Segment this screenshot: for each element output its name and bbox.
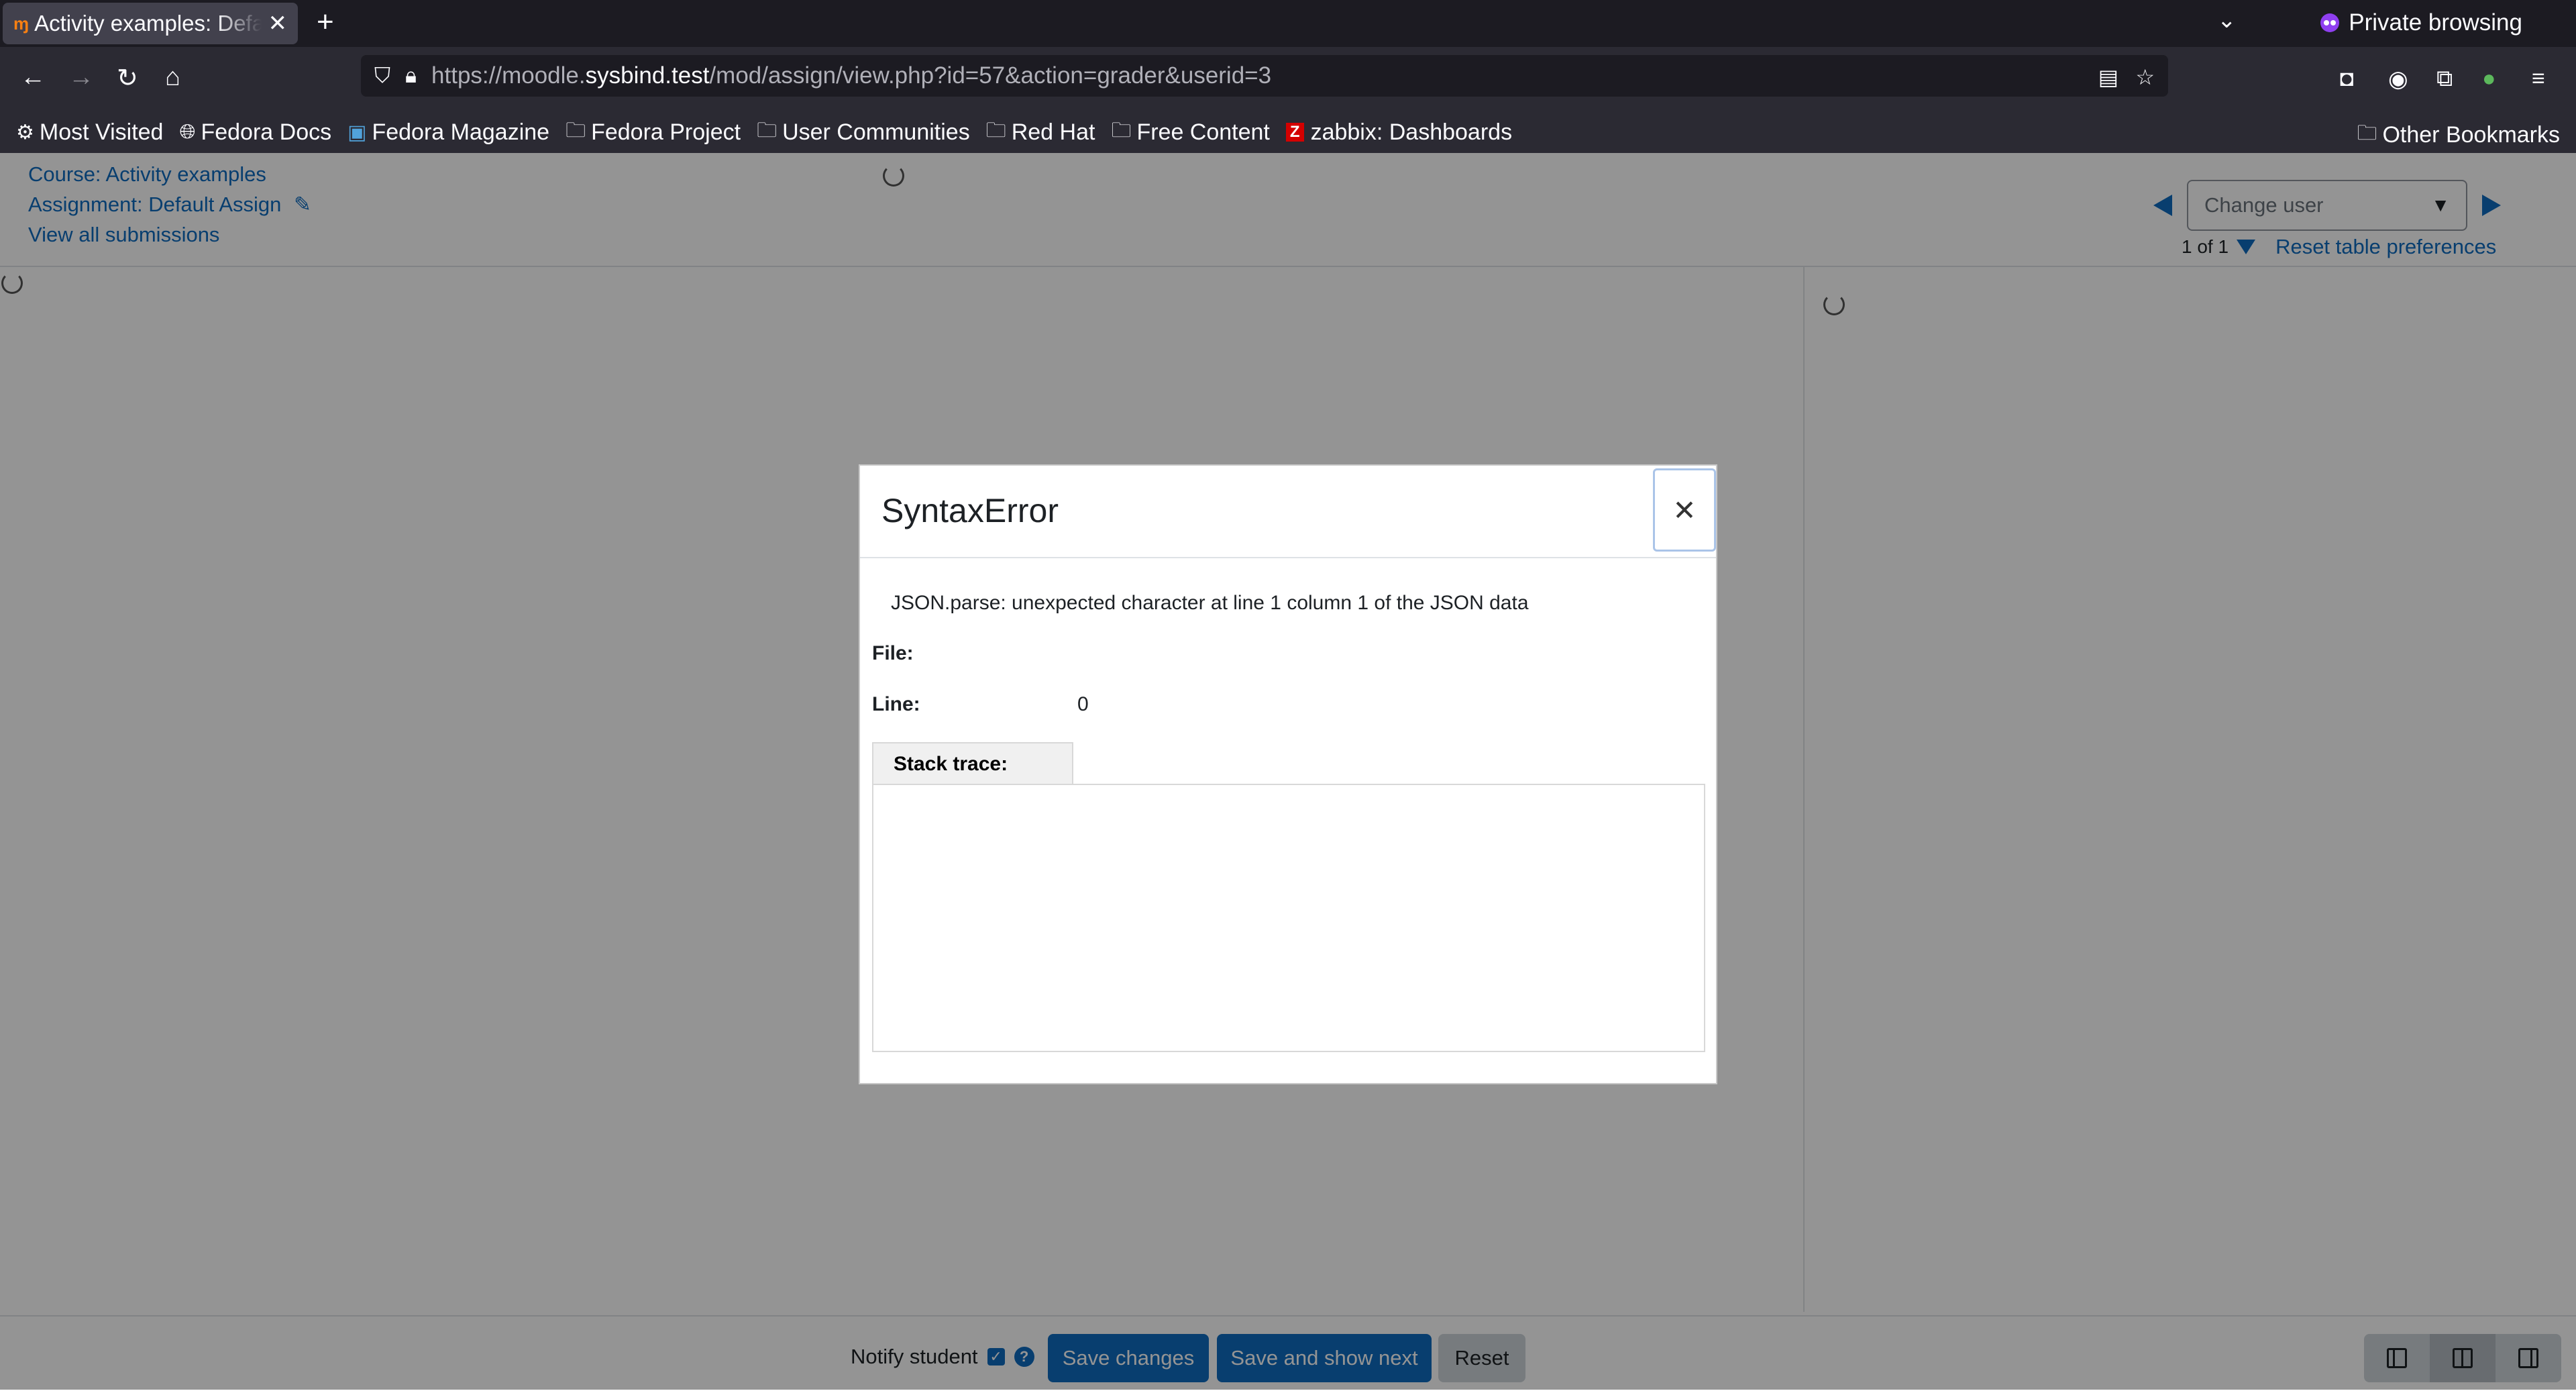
bookmark-label: Fedora Docs (201, 119, 332, 145)
home-icon[interactable]: ⌂ (165, 63, 180, 92)
extension-addon-icon[interactable]: ● (2482, 66, 2496, 92)
forward-icon[interactable]: → (68, 63, 94, 92)
stack-trace-tab[interactable]: Stack trace: (872, 742, 1073, 785)
line-label: Line: (872, 693, 920, 715)
account-icon[interactable]: ◉ (2388, 66, 2408, 93)
browser-tab[interactable]: ɱ Activity examples: Default Assign ✕ (3, 3, 298, 44)
tab-bar: ɱ Activity examples: Default Assign ✕ + … (0, 0, 2576, 47)
back-icon[interactable]: ← (20, 63, 46, 92)
folder-icon: 🗀 (566, 119, 586, 142)
url-domain: sysbind.test (585, 62, 710, 89)
error-dialog: SyntaxError ✕ JSON.parse: unexpected cha… (859, 464, 1717, 1084)
bookmarks-toolbar: ⚙ Most Visited 🌐︎ Fedora Docs ▣ Fedora M… (0, 111, 2576, 153)
close-tab-icon[interactable]: ✕ (268, 10, 288, 37)
file-label: File: (872, 642, 914, 664)
address-bar[interactable]: ⛉ 🔒︎ https://moodle. sysbind.test/mod/ass… (361, 55, 2168, 97)
bookmark-label: Red Hat (1011, 119, 1095, 145)
shield-icon[interactable]: ⛉ (374, 63, 390, 89)
error-message: JSON.parse: unexpected character at line… (891, 592, 1529, 614)
bookmark-label: zabbix: Dashboards (1310, 119, 1513, 145)
zabbix-icon: Z (1285, 123, 1304, 142)
bookmark-label: Fedora Project (591, 119, 741, 145)
menu-icon[interactable]: ≡ (2532, 66, 2545, 92)
reader-view-icon[interactable]: ▤ (2098, 64, 2118, 90)
bookmark-fedora-docs[interactable]: 🌐︎ Fedora Docs (179, 119, 331, 146)
folder-icon: 🗀 (1111, 119, 1132, 142)
bookmark-label: Free Content (1136, 119, 1270, 145)
url-prefix: https://moodle. (431, 62, 586, 89)
reload-icon[interactable]: ↻ (117, 63, 138, 93)
globe-icon: 🌐︎ (179, 121, 196, 143)
private-browsing-indicator: Private browsing (2320, 9, 2522, 36)
bookmark-folder-free-content[interactable]: 🗀 Free Content (1111, 115, 1269, 150)
bookmark-fedora-magazine[interactable]: ▣ Fedora Magazine (347, 119, 549, 146)
folder-icon: 🗀 (985, 119, 1006, 142)
bookmark-zabbix[interactable]: Z zabbix: Dashboards (1285, 119, 1513, 146)
private-browsing-label: Private browsing (2349, 9, 2522, 36)
folder-icon: 🗀 (2357, 122, 2377, 144)
stack-trace-content (872, 784, 1705, 1052)
bookmark-label: User Communities (782, 119, 970, 145)
bookmark-star-icon[interactable]: ☆ (2135, 64, 2155, 90)
extensions-icon[interactable]: ⧉ (2436, 66, 2453, 92)
dialog-header: SyntaxError ✕ (860, 466, 1716, 558)
bookmark-label: Fedora Magazine (372, 119, 550, 145)
folder-icon: 🗀 (757, 119, 777, 142)
private-mask-icon (2320, 13, 2340, 32)
gear-icon: ⚙ (16, 121, 34, 144)
moodle-icon: ɱ (13, 13, 29, 34)
bookmark-folder-red-hat[interactable]: 🗀 Red Hat (986, 115, 1095, 150)
stack-trace-label: Stack trace: (894, 753, 1008, 775)
list-all-tabs-icon[interactable]: ⌄ (2217, 7, 2237, 34)
bookmark-most-visited[interactable]: ⚙ Most Visited (16, 119, 163, 146)
url-path: /mod/assign/view.php?id=57&action=grader… (709, 62, 1272, 89)
tab-title: Activity examples: Default Assign (34, 11, 262, 36)
pocket-icon[interactable]: ◘ (2340, 66, 2354, 92)
dialog-title: SyntaxError (881, 492, 1059, 529)
bookmark-label: Most Visited (39, 119, 164, 145)
close-dialog-button[interactable]: ✕ (1653, 468, 1716, 552)
line-value: 0 (1077, 693, 1089, 715)
bookmark-folder-fedora-project[interactable]: 🗀 Fedora Project (566, 115, 741, 150)
close-icon: ✕ (1672, 494, 1697, 526)
lock-icon[interactable]: 🔒︎ (405, 63, 417, 89)
bookmark-folder-user-communities[interactable]: 🗀 User Communities (757, 115, 970, 150)
fm-icon: ▣ (347, 121, 367, 144)
new-tab-button[interactable]: + (317, 5, 334, 39)
navigation-toolbar: ← → ↻ ⌂ ⛉ 🔒︎ https://moodle. sysbind.test… (0, 47, 2576, 111)
other-bookmarks-label: Other Bookmarks (2382, 122, 2560, 148)
other-bookmarks[interactable]: 🗀 Other Bookmarks (2357, 118, 2560, 152)
